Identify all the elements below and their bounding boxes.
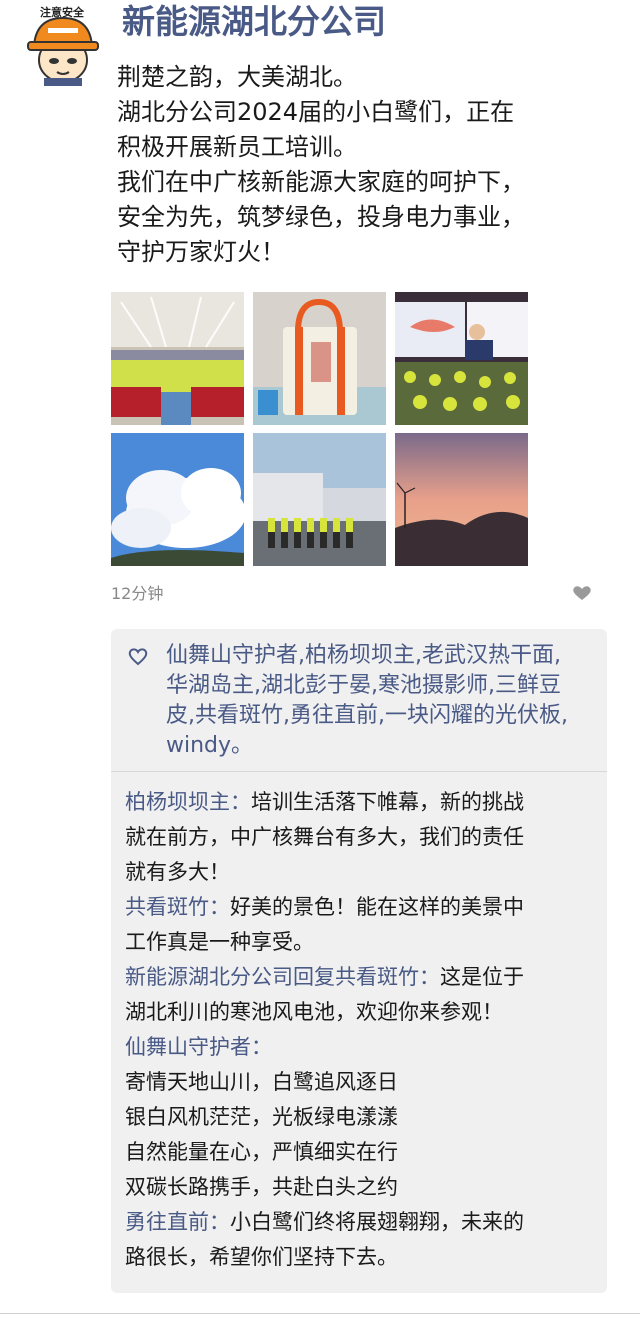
comment-author[interactable]: 勇往直前： [125,1210,230,1234]
post-text-line: 积极开展新员工培训。 [117,133,357,161]
divider [0,1313,640,1314]
post-text-line: 安全为先，筑梦绿色，投身电力事业， [117,203,525,231]
comments-list: 柏杨坝坝主：培训生活落下帷幕，新的挑战 就在前方，中广核舞台有多大，我们的责任 … [125,785,600,1275]
post-text-line: 湖北分公司2024届的小白鹭们，正在 [117,98,515,126]
comment[interactable]: 新能源湖北分公司回复共看斑竹：这是位于 [125,960,600,995]
comment-text: 好美的景色！能在这样的美景中 [230,895,524,919]
photo-group-march[interactable] [253,433,386,566]
likes-line: 皮,共看斑竹,勇往直前,一块闪耀的光伏板, [166,703,568,728]
more-options-icon[interactable] [570,585,594,601]
comment-text: 路很长，希望你们坚持下去。 [125,1245,398,1269]
heart-outline-icon [127,646,149,666]
post-text: 荆楚之韵，大美湖北。 湖北分公司2024届的小白鹭们，正在 积极开展新员工培训。… [117,60,622,270]
comment-text: 银白风机茫茫，光板绿电漾漾 [125,1105,398,1129]
likes-line: windy。 [166,733,254,758]
comment-author[interactable]: 共看斑竹： [125,895,230,919]
photo-sunset-turbines[interactable] [395,433,528,566]
comment-text: 小白鹭们终将展翅翱翔，未来的 [230,1210,524,1234]
comment-author[interactable]: 仙舞山守护者： [125,1035,272,1059]
comment[interactable]: 柏杨坝坝主：培训生活落下帷幕，新的挑战 [125,785,600,820]
author-name[interactable]: 新能源湖北分公司 [122,2,386,42]
comment-text: 湖北利川的寒池风电池，欢迎你来参观！ [125,1000,503,1024]
post-text-line: 荆楚之韵，大美湖北。 [117,63,357,91]
comment[interactable]: 共看斑竹：好美的景色！能在这样的美景中 [125,890,600,925]
photo-bag[interactable] [253,292,386,425]
comment-author[interactable]: 新能源湖北分公司回复共看斑竹： [125,965,440,989]
post-text-line: 我们在中广核新能源大家庭的呵护下， [117,168,525,196]
post-text-line: 守护万家灯火！ [117,238,285,266]
likes-line: 仙舞山守护者,柏杨坝坝主,老武汉热干面, [166,643,561,668]
comment-text: 寄情天地山川，白鹭追风逐日 [125,1070,398,1094]
comment-text: 就在前方，中广核舞台有多大，我们的责任 [125,825,524,849]
comment-text: 就有多大！ [125,860,230,884]
photo-lecture[interactable] [395,292,528,425]
comment[interactable]: 勇往直前：小白鹭们终将展翅翱翔，未来的 [125,1205,600,1240]
avatar[interactable]: 注意安全 [22,4,104,86]
avatar-caption: 注意安全 [40,5,85,19]
comment-author[interactable]: 柏杨坝坝主： [125,790,251,814]
post-time: 12分钟 [111,584,164,603]
comment-text: 自然能量在心，严慎细实在行 [125,1140,398,1164]
comment-text: 培训生活落下帷幕，新的挑战 [251,790,524,814]
likes-line: 华湖岛主,湖北彭于晏,寒池摄影师,三鲜豆 [166,673,561,698]
divider [111,771,607,772]
comment-text: 工作真是一种享受。 [125,930,314,954]
likes-list[interactable]: 仙舞山守护者,柏杨坝坝主,老武汉热干面, 华湖岛主,湖北彭于晏,寒池摄影师,三鲜… [166,641,596,761]
photo-clouds[interactable] [111,433,244,566]
comment[interactable]: 仙舞山守护者： [125,1030,600,1065]
comment-text: 双碳长路携手，共赴白头之约 [125,1175,398,1199]
comment-text: 这是位于 [440,965,524,989]
photo-training-hall[interactable] [111,292,244,425]
